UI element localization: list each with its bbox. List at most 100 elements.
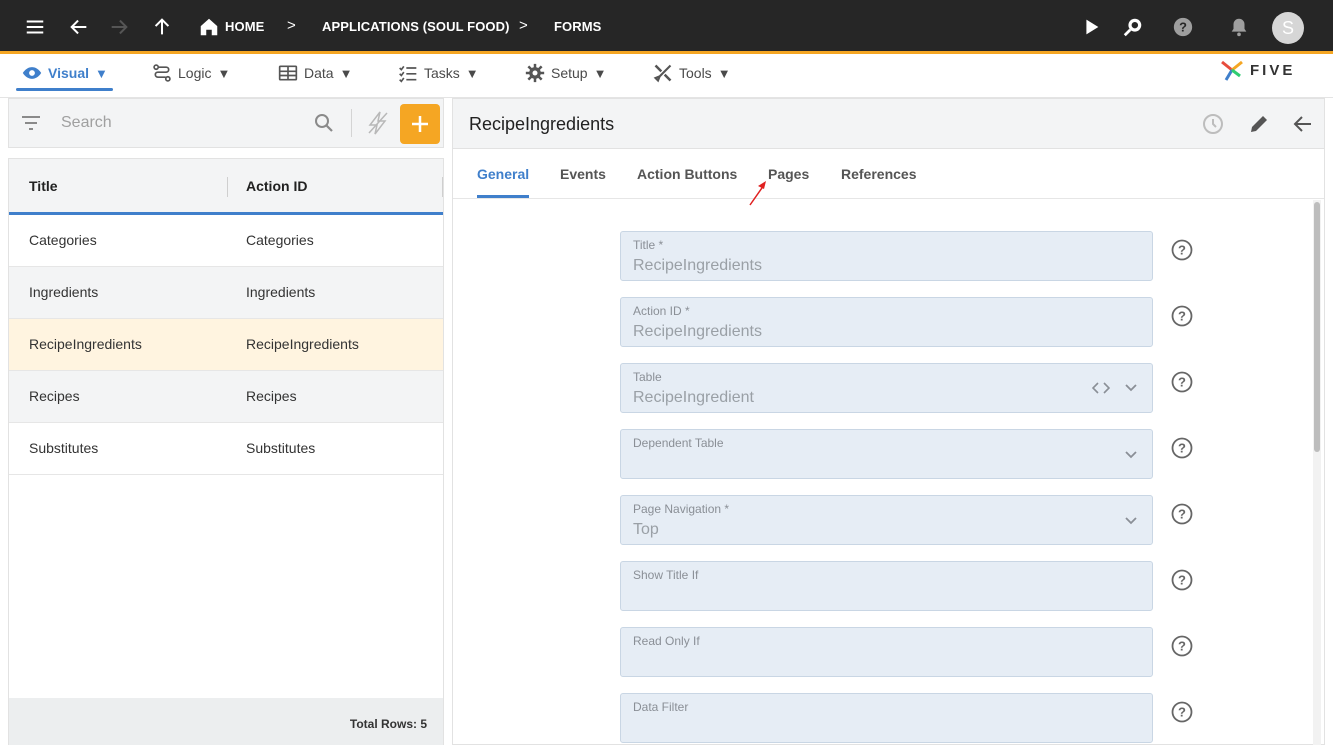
table-row[interactable]: Recipes Recipes	[9, 371, 443, 423]
caret-down-icon: ▼	[217, 65, 231, 81]
tools-icon	[653, 64, 672, 83]
lightning-icon[interactable]	[367, 111, 389, 135]
menu-tools-label: Tools	[679, 65, 712, 81]
svg-text:?: ?	[1178, 309, 1186, 324]
up-arrow-icon[interactable]	[149, 14, 175, 40]
field-value: RecipeIngredients	[633, 323, 762, 340]
forward-arrow-icon[interactable]	[106, 14, 132, 40]
breadcrumb-separator: >	[519, 17, 528, 34]
field-label: Show Title If	[633, 568, 699, 582]
tab-bar: General Events Action Buttons Pages Refe…	[453, 149, 1324, 199]
eye-icon	[22, 67, 42, 79]
caret-down-icon: ▼	[339, 65, 353, 81]
tab-references[interactable]: References	[841, 166, 917, 182]
logic-icon	[153, 64, 171, 82]
help-icon[interactable]: ?	[1171, 701, 1193, 723]
top-bar: HOME > APPLICATIONS (SOUL FOOD) > FORMS …	[0, 0, 1333, 54]
help-icon[interactable]: ?	[1171, 503, 1193, 525]
scrollbar-thumb[interactable]	[1314, 202, 1320, 452]
show-title-if-field[interactable]: Show Title If	[620, 561, 1153, 611]
column-divider	[227, 177, 228, 197]
home-icon[interactable]	[196, 14, 222, 40]
table-row[interactable]: Ingredients Ingredients	[9, 267, 443, 319]
table-icon	[278, 65, 298, 81]
back-arrow-icon[interactable]	[1291, 112, 1315, 136]
svg-text:?: ?	[1178, 705, 1186, 720]
tab-action-buttons[interactable]: Action Buttons	[637, 166, 737, 182]
active-tab-indicator	[477, 195, 529, 198]
data-filter-field[interactable]: Data Filter	[620, 693, 1153, 743]
chevron-down-icon[interactable]	[1124, 448, 1138, 462]
tab-general[interactable]: General	[477, 166, 529, 182]
read-only-if-field[interactable]: Read Only If	[620, 627, 1153, 677]
hamburger-menu-icon[interactable]	[22, 14, 48, 40]
help-icon[interactable]: ?	[1170, 14, 1196, 40]
edit-pencil-icon[interactable]	[1247, 112, 1271, 136]
back-arrow-icon[interactable]	[66, 14, 92, 40]
caret-down-icon: ▼	[95, 65, 108, 81]
avatar[interactable]: S	[1272, 12, 1304, 44]
field-label: Page Navigation *	[633, 502, 730, 516]
dependent-table-select[interactable]: Dependent Table	[620, 429, 1153, 479]
code-icon[interactable]	[1092, 381, 1110, 395]
annotation-arrow-icon	[749, 181, 766, 206]
cell-action-id: Substitutes	[246, 440, 316, 456]
table-row-selected[interactable]: RecipeIngredients RecipeIngredients	[9, 319, 443, 371]
help-icon[interactable]: ?	[1171, 239, 1193, 261]
filter-icon[interactable]	[21, 114, 41, 132]
menu-tasks[interactable]: Tasks ▼	[398, 60, 479, 86]
menu-visual[interactable]: Visual ▼	[22, 60, 108, 86]
help-icon[interactable]: ?	[1171, 305, 1193, 327]
caret-down-icon: ▼	[593, 65, 607, 81]
table-select[interactable]: Table RecipeIngredient	[620, 363, 1153, 413]
help-icon[interactable]: ?	[1171, 635, 1193, 657]
form-detail-panel: RecipeIngredients General Events Action …	[452, 98, 1325, 745]
breadcrumb-home[interactable]: HOME	[225, 19, 264, 34]
caret-down-icon: ▼	[717, 65, 731, 81]
help-icon[interactable]: ?	[1171, 437, 1193, 459]
table-row[interactable]: Substitutes Substitutes	[9, 423, 443, 475]
search-chat-icon[interactable]	[1120, 14, 1146, 40]
svg-text:?: ?	[1178, 573, 1186, 588]
history-icon[interactable]	[1201, 112, 1225, 136]
column-header-action-id[interactable]: Action ID	[246, 178, 307, 194]
bell-icon[interactable]	[1226, 14, 1252, 40]
menu-logic[interactable]: Logic ▼	[152, 60, 230, 86]
action-id-field[interactable]: Action ID * RecipeIngredients	[620, 297, 1153, 347]
breadcrumb-application[interactable]: APPLICATIONS (SOUL FOOD)	[322, 19, 510, 34]
tab-events[interactable]: Events	[560, 166, 606, 182]
breadcrumb-forms[interactable]: FORMS	[554, 19, 601, 34]
search-icon[interactable]	[314, 113, 334, 133]
menu-data-label: Data	[304, 65, 334, 81]
field-label: Title *	[633, 238, 664, 252]
field-label: Read Only If	[633, 634, 700, 648]
add-button[interactable]	[400, 104, 440, 144]
menu-tools[interactable]: Tools ▼	[653, 60, 731, 86]
tab-pages[interactable]: Pages	[768, 166, 809, 182]
forms-list: Title Action ID Categories Categories In…	[8, 158, 444, 745]
chevron-down-icon[interactable]	[1124, 381, 1138, 395]
cell-title: Ingredients	[29, 284, 99, 300]
field-label: Table	[633, 370, 662, 384]
scrollbar[interactable]	[1313, 200, 1321, 745]
menu-data[interactable]: Data ▼	[278, 60, 352, 86]
field-value: RecipeIngredient	[633, 389, 754, 406]
menu-setup[interactable]: Setup ▼	[525, 60, 606, 86]
column-header-title[interactable]: Title	[29, 178, 58, 194]
cell-action-id: Ingredients	[246, 284, 316, 300]
svg-text:?: ?	[1178, 639, 1186, 654]
table-row[interactable]: Categories Categories	[9, 215, 443, 267]
help-icon[interactable]: ?	[1171, 371, 1193, 393]
page-navigation-select[interactable]: Page Navigation * Top	[620, 495, 1153, 545]
field-value: Top	[633, 521, 659, 538]
menu-logic-label: Logic	[178, 65, 212, 81]
title-field[interactable]: Title * RecipeIngredients	[620, 231, 1153, 281]
play-icon[interactable]	[1078, 14, 1104, 40]
divider	[351, 109, 352, 137]
help-icon[interactable]: ?	[1171, 569, 1193, 591]
menu-tasks-label: Tasks	[424, 65, 460, 81]
chevron-down-icon[interactable]	[1124, 514, 1138, 528]
total-rows: Total Rows: 5	[349, 717, 427, 731]
search-input[interactable]: Search	[61, 114, 112, 132]
caret-down-icon: ▼	[465, 65, 479, 81]
